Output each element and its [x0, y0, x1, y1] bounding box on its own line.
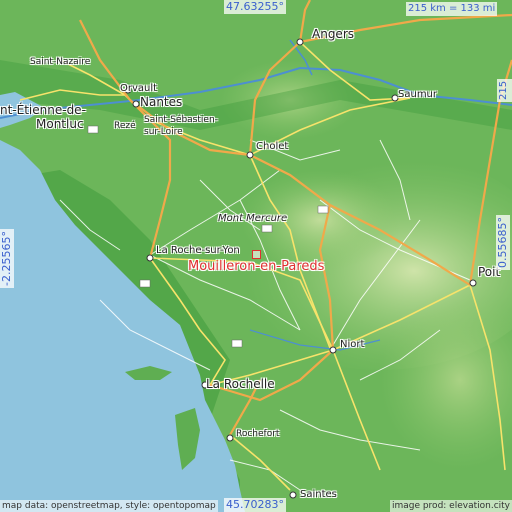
bottom-latitude-label: 45.70283°	[224, 498, 286, 512]
right-scale-label: 215 km = 133 mi	[497, 78, 512, 102]
place-label-orvault: Orvault	[120, 83, 158, 94]
place-label-saint-etienne-line1: nt-Étienne-de-	[0, 103, 86, 117]
place-label-la-roche-sur-yon: La Roche-sur-Yon	[156, 245, 240, 256]
top-latitude-label: 47.63255°	[224, 0, 286, 14]
right-longitude-label: 0.55685°	[496, 215, 510, 270]
image-attribution: image prod: elevation.city	[389, 500, 512, 512]
map-view[interactable]: Angers Saint-Nazaire Orvault Nantes nt-É…	[0, 0, 512, 512]
highlight-place-label: Mouilleron-en-Pareds	[188, 259, 325, 274]
top-scale-label: 215 km = 133 mi	[406, 2, 498, 16]
place-label-niort: Niort	[340, 339, 365, 350]
place-label-saumur: Saumur	[398, 89, 438, 100]
place-label-angers: Angers	[312, 27, 354, 41]
place-label-saint-nazaire: Saint-Nazaire	[30, 57, 91, 67]
place-label-reze: Rezé	[114, 121, 136, 131]
map-attribution: map data: openstreetmap, style: opentopo…	[0, 500, 218, 512]
place-label-cholet: Cholet	[256, 141, 289, 152]
location-marker[interactable]	[252, 250, 261, 259]
place-label-saint-sebastien-line1: Saint-Sébastien-	[144, 115, 218, 125]
place-label-la-rochelle: La Rochelle	[206, 377, 275, 391]
place-label-nantes: Nantes	[140, 95, 183, 109]
left-longitude-label: -2.25565°	[0, 229, 14, 288]
place-label-mont-mercure: Mont Mercure	[218, 213, 288, 224]
place-label-saint-etienne-line2: Montluc	[36, 117, 84, 131]
place-label-rochefort: Rochefort	[236, 429, 280, 439]
place-label-saint-sebastien-line2: sur-Loire	[144, 127, 183, 137]
place-label-saintes: Saintes	[300, 489, 337, 500]
